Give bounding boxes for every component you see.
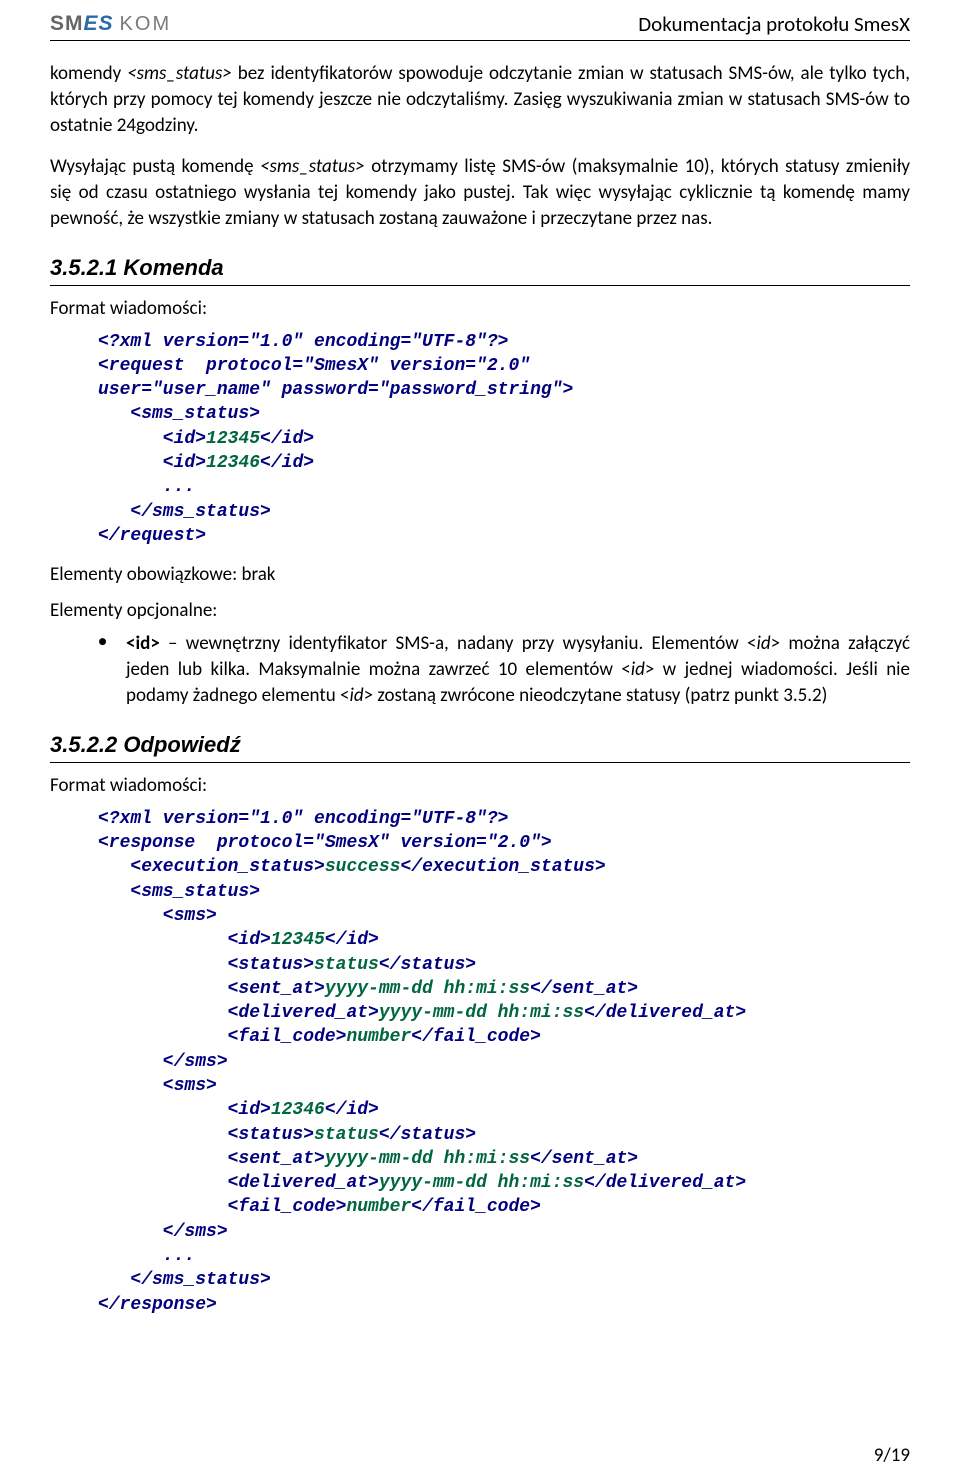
- logo-letter: S: [99, 12, 114, 35]
- optional-elements-list: <id> – wewnętrzny identyfikator SMS-a, n…: [98, 631, 910, 708]
- logo-kom: KOM: [120, 11, 172, 38]
- mandatory-elements: Elementy obowiązkowe: brak: [50, 562, 910, 588]
- logo-letter: E: [84, 12, 99, 35]
- optional-elements-label: Elementy opcjonalne:: [50, 598, 910, 624]
- logo: SMES KOM: [50, 10, 171, 38]
- inline-tag: <sms_status>: [127, 62, 232, 85]
- doc-title: Dokumentacja protokołu SmesX: [638, 10, 910, 38]
- logo-letter: M: [65, 12, 84, 35]
- code-block-response: <?xml version="1.0" encoding="UTF-8"?> <…: [98, 807, 910, 1317]
- format-label: Format wiadomości:: [50, 773, 910, 799]
- intro-paragraph-2: Wysyłając pustą komendę <sms_status> otr…: [50, 154, 910, 231]
- heading-3522: 3.5.2.2 Odpowiedź: [50, 730, 910, 763]
- logo-letter: S: [50, 12, 65, 35]
- heading-3521: 3.5.2.1 Komenda: [50, 253, 910, 286]
- page-header: SMES KOM Dokumentacja protokołu SmesX: [50, 10, 910, 41]
- inline-tag: <sms_status>: [260, 155, 365, 178]
- code-block-request: <?xml version="1.0" encoding="UTF-8"?> <…: [98, 330, 910, 549]
- page-number: 9/19: [874, 1443, 910, 1469]
- format-label: Format wiadomości:: [50, 296, 910, 322]
- intro-paragraph-1: komendy <sms_status> bez identyfikatorów…: [50, 61, 910, 138]
- list-item: <id> – wewnętrzny identyfikator SMS-a, n…: [98, 631, 910, 708]
